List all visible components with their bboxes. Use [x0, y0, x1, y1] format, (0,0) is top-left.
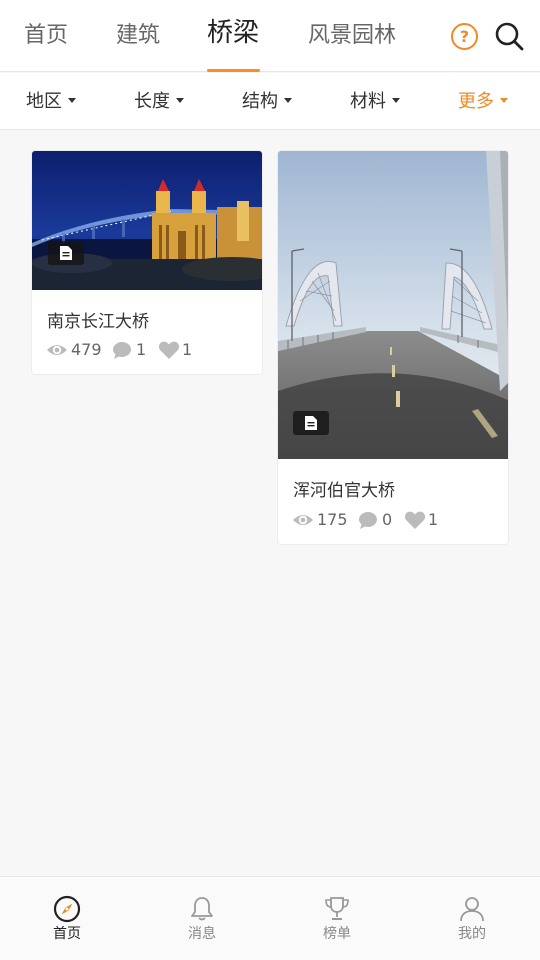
- nav-profile[interactable]: 我的: [422, 877, 522, 960]
- caret-down-icon: [176, 97, 184, 103]
- user-icon: [460, 897, 484, 922]
- document-icon: [60, 246, 72, 260]
- nav-label: 消息: [188, 926, 216, 942]
- nav-rankings[interactable]: 榜单: [287, 877, 387, 960]
- filter-label: 长度: [134, 91, 170, 112]
- document-badge: [293, 411, 329, 435]
- document-badge: [48, 241, 84, 265]
- nav-label: 首页: [53, 926, 81, 942]
- view-count: 175: [317, 510, 348, 529]
- nav-home[interactable]: 首页: [17, 877, 117, 960]
- tab-home[interactable]: 首页: [24, 20, 68, 52]
- filter-structure[interactable]: 结构: [242, 89, 292, 115]
- bottom-navigation: 首页 消息 榜单 我的: [0, 876, 540, 960]
- bridge-card[interactable]: 南京长江大桥 479 1 1: [31, 150, 263, 375]
- card-title: 浑河伯官大桥: [293, 481, 395, 501]
- like-count: 1: [182, 340, 193, 359]
- compass-icon: [53, 895, 81, 923]
- caret-down-icon: [68, 97, 76, 103]
- help-icon[interactable]: ?: [451, 23, 478, 50]
- bell-icon: [191, 897, 213, 921]
- bridge-card[interactable]: 浑河伯官大桥 175 0 1: [277, 150, 509, 545]
- like-count: 1: [428, 510, 439, 529]
- heart-icon[interactable]: [404, 510, 426, 530]
- filter-label: 结构: [242, 91, 278, 112]
- top-tab-bar: 首页 建筑 桥梁 风景园林 ?: [0, 0, 540, 72]
- filter-material[interactable]: 材料: [350, 89, 400, 115]
- comment-icon: [113, 342, 131, 359]
- eye-icon: [47, 345, 67, 355]
- filter-region[interactable]: 地区: [26, 89, 76, 115]
- tab-bridges[interactable]: 桥梁: [207, 17, 259, 49]
- filter-length[interactable]: 长度: [134, 89, 184, 115]
- card-stats: 479 1 1: [46, 339, 246, 361]
- filter-label: 地区: [26, 91, 62, 112]
- bridge-photo: [32, 151, 262, 290]
- tab-landscape[interactable]: 风景园林: [308, 20, 396, 52]
- nav-label: 榜单: [323, 926, 351, 942]
- filter-label: 材料: [350, 91, 386, 112]
- tab-architecture[interactable]: 建筑: [116, 20, 160, 52]
- comment-icon: [359, 512, 377, 529]
- nav-messages[interactable]: 消息: [152, 877, 252, 960]
- caret-down-icon: [500, 97, 508, 103]
- card-title: 南京长江大桥: [47, 312, 149, 332]
- filter-label: 更多: [458, 91, 494, 112]
- search-icon[interactable]: [494, 21, 524, 51]
- view-count: 479: [71, 340, 102, 359]
- caret-down-icon: [392, 97, 400, 103]
- nav-label: 我的: [458, 926, 486, 942]
- active-tab-indicator: [207, 69, 260, 72]
- caret-down-icon: [284, 97, 292, 103]
- comment-count: 0: [382, 510, 393, 529]
- card-stats: 175 0 1: [292, 509, 492, 531]
- document-icon: [305, 416, 317, 430]
- eye-icon: [293, 515, 313, 525]
- filter-bar: 地区 长度 结构 材料 更多: [0, 73, 540, 130]
- heart-icon[interactable]: [158, 340, 180, 360]
- trophy-icon: [325, 897, 349, 920]
- comment-count: 1: [136, 340, 147, 359]
- filter-more[interactable]: 更多: [458, 89, 508, 115]
